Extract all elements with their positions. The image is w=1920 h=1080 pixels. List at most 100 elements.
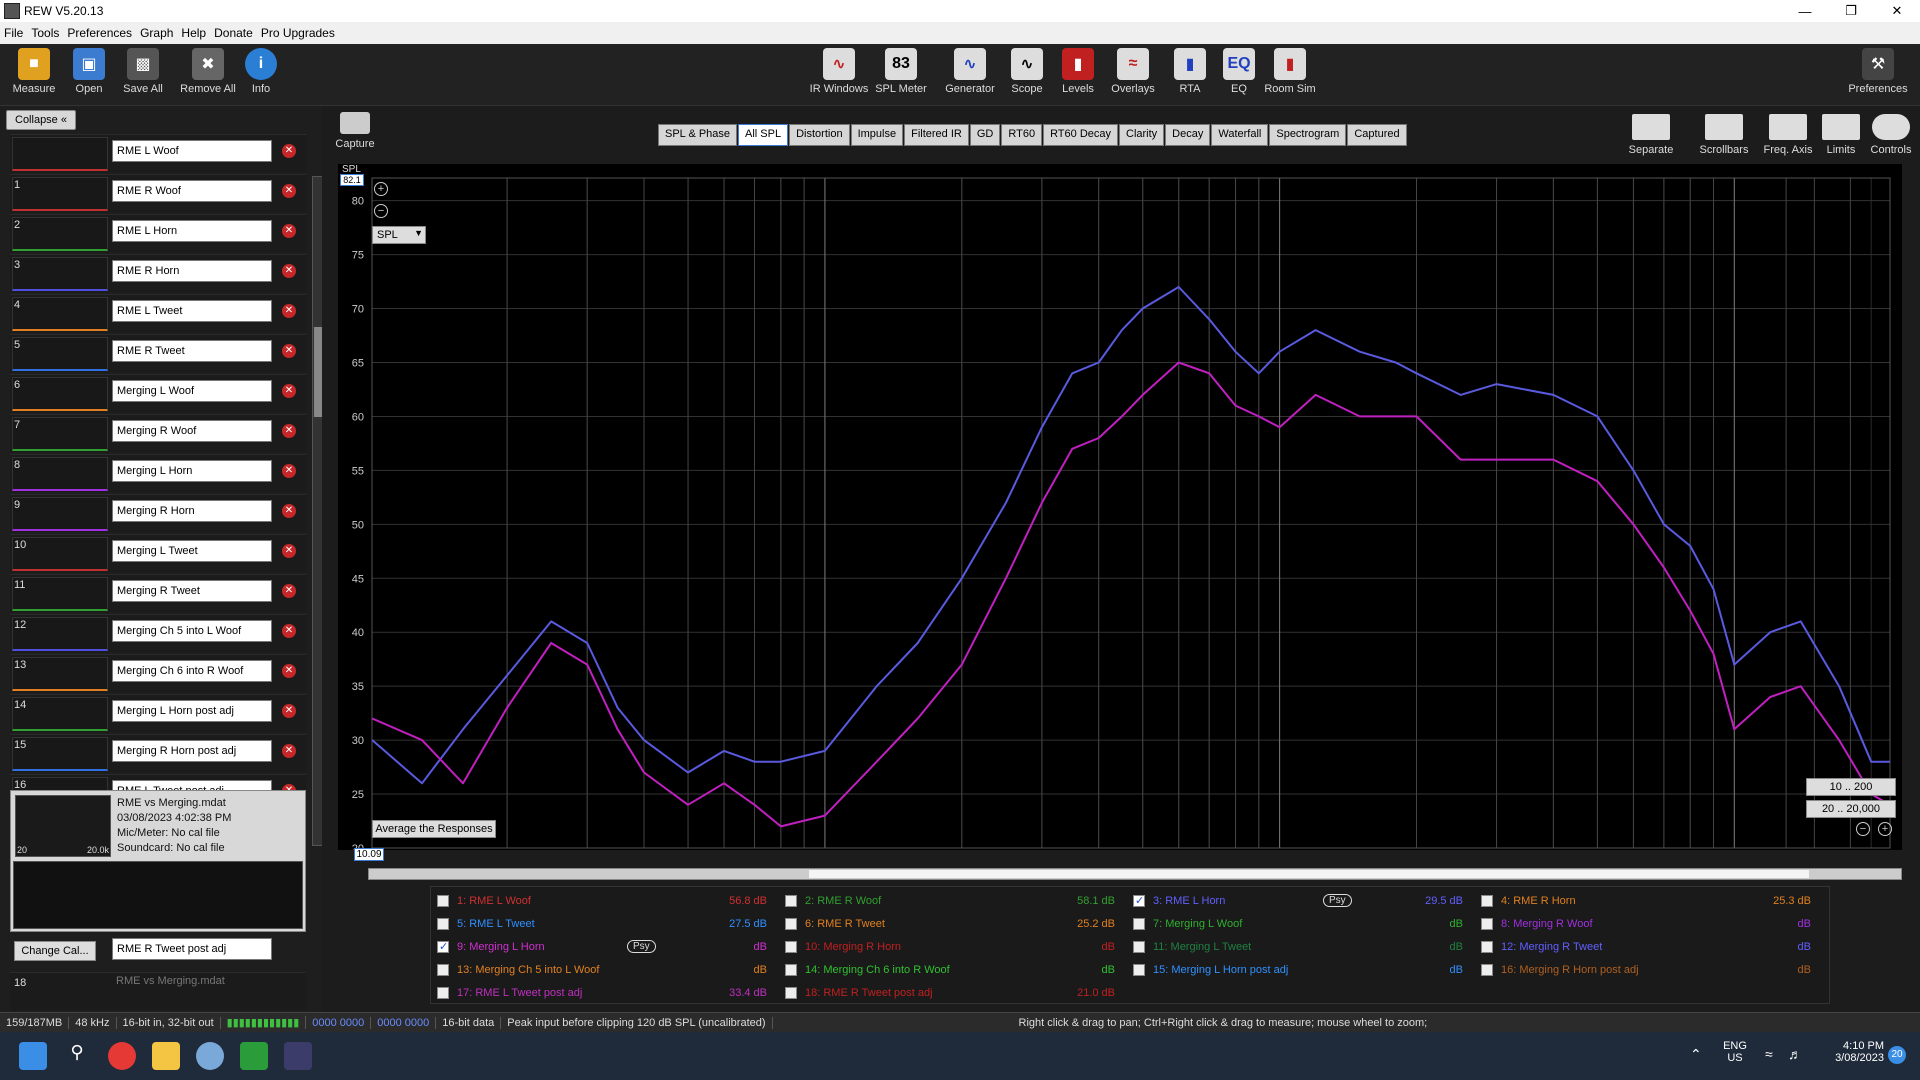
remove-measurement-icon[interactable]: ✕ — [282, 424, 296, 438]
average-responses-button[interactable]: Average the Responses — [372, 820, 496, 838]
search-icon[interactable]: ⚲ — [63, 1042, 91, 1070]
scroll-thumb[interactable] — [314, 327, 322, 417]
change-cal-button[interactable]: Change Cal... — [14, 941, 96, 961]
tab-gd[interactable]: GD — [969, 124, 1001, 146]
remove-measurement-icon[interactable]: ✕ — [282, 304, 296, 318]
legend-checkbox[interactable] — [1481, 895, 1493, 907]
legend-checkbox[interactable]: ✓ — [1133, 895, 1145, 907]
measurement-name-field[interactable]: RME R Tweet post adj — [112, 938, 272, 960]
spl-chart[interactable]: 2025303540455055606570758020304050607080… — [338, 164, 1902, 850]
language-indicator[interactable]: ENG US — [1718, 1040, 1752, 1064]
legend-checkbox[interactable] — [785, 964, 797, 976]
measurement-name-field[interactable]: RME L Horn — [112, 220, 272, 242]
legend-item[interactable]: 5: RME L Tweet 27.5 dB — [437, 916, 767, 934]
remove-measurement-icon[interactable]: ✕ — [282, 144, 296, 158]
remove-measurement-icon[interactable]: ✕ — [282, 184, 296, 198]
scrollbars-button[interactable]: Scrollbars — [1694, 114, 1754, 156]
legend-checkbox[interactable] — [1133, 918, 1145, 930]
tab-spl-phase[interactable]: SPL & Phase — [658, 124, 738, 146]
file-explorer-icon[interactable] — [152, 1042, 180, 1070]
tab-captured[interactable]: Captured — [1347, 124, 1407, 146]
menu-help[interactable]: Help — [181, 26, 206, 40]
controls-button[interactable]: Controls — [1861, 114, 1920, 156]
measurement-item[interactable]: 13 Merging Ch 6 into R Woof ✕ — [10, 654, 306, 692]
measurement-item[interactable]: 10 Merging L Tweet ✕ — [10, 534, 306, 572]
overlays-button[interactable]: ≈ Overlays — [1101, 48, 1165, 95]
legend-checkbox[interactable] — [785, 895, 797, 907]
browser-icon[interactable] — [196, 1042, 224, 1070]
legend-checkbox[interactable] — [437, 987, 449, 999]
minimize-button[interactable]: — — [1782, 0, 1828, 22]
notes-area[interactable] — [13, 861, 303, 929]
wifi-icon[interactable]: ≈ — [1765, 1046, 1773, 1062]
measurement-name-field[interactable]: RME L Tweet — [112, 300, 272, 322]
remove-measurement-icon[interactable]: ✕ — [282, 584, 296, 598]
media-player-icon[interactable] — [240, 1042, 268, 1070]
measurement-item[interactable]: 1 RME R Woof ✕ — [10, 174, 306, 212]
capture-button[interactable]: Capture — [332, 112, 378, 150]
legend-checkbox[interactable] — [785, 987, 797, 999]
range-20-20000-button[interactable]: 20 .. 20,000 — [1806, 800, 1896, 818]
speaker-icon[interactable]: ♬ — [1788, 1046, 1802, 1062]
tab-waterfall[interactable]: Waterfall — [1211, 124, 1269, 146]
remove-measurement-icon[interactable]: ✕ — [282, 504, 296, 518]
measurement-item[interactable]: 3 RME R Horn ✕ — [10, 254, 306, 292]
measurement-item[interactable]: 18 RME vs Merging.mdat — [10, 972, 306, 1010]
save-all-button[interactable]: ▩ Save All — [111, 48, 175, 95]
remove-measurement-icon[interactable]: ✕ — [282, 264, 296, 278]
legend-item[interactable]: ✓ 3: RME L Horn 29.5 dB Psy — [1133, 893, 1463, 911]
clock[interactable]: 4:10 PM 3/08/2023 — [1820, 1040, 1884, 1064]
legend-item[interactable]: 8: Merging R Woof dB — [1481, 916, 1811, 934]
measurement-name-field[interactable]: Merging R Woof — [112, 420, 272, 442]
legend-item[interactable]: 17: RME L Tweet post adj 33.4 dB — [437, 985, 767, 1003]
remove-measurement-icon[interactable]: ✕ — [282, 224, 296, 238]
chevron-up-icon[interactable]: ⌃ — [1690, 1046, 1702, 1063]
legend-checkbox[interactable] — [785, 941, 797, 953]
remove-measurement-icon[interactable]: ✕ — [282, 664, 296, 678]
tab-all-spl[interactable]: All SPL — [738, 124, 789, 146]
close-window-button[interactable]: ✕ — [1874, 0, 1920, 22]
remove-measurement-icon[interactable]: ✕ — [282, 704, 296, 718]
rew-taskbar-icon[interactable] — [284, 1042, 312, 1070]
room-sim-button[interactable]: ▮ Room Sim — [1258, 48, 1322, 95]
measurement-item[interactable]: 12 Merging Ch 5 into L Woof ✕ — [10, 614, 306, 652]
legend-item[interactable]: 10: Merging R Horn dB — [785, 939, 1115, 957]
measurement-name-field[interactable]: RME R Horn — [112, 260, 272, 282]
scroll-thumb[interactable] — [809, 870, 1809, 878]
legend-checkbox[interactable] — [437, 918, 449, 930]
zoom-out-icon[interactable]: − — [374, 204, 388, 218]
freq-axis-button[interactable]: Freq. Axis — [1758, 114, 1818, 156]
tab-spectrogram[interactable]: Spectrogram — [1269, 124, 1347, 146]
legend-item[interactable]: 7: Merging L Woof dB — [1133, 916, 1463, 934]
horizontal-scrollbar[interactable] — [368, 868, 1902, 880]
measurement-name-field[interactable]: Merging R Horn post adj — [112, 740, 272, 762]
tab-clarity[interactable]: Clarity — [1119, 124, 1165, 146]
menu-tools[interactable]: Tools — [31, 26, 59, 40]
legend-item[interactable]: 4: RME R Horn 25.3 dB — [1481, 893, 1811, 911]
mode-select[interactable]: SPL ▼ — [372, 226, 426, 244]
xmin-box[interactable]: 10.09 — [354, 848, 384, 861]
preferences-button[interactable]: ⚒ Preferences — [1846, 48, 1910, 95]
legend-item[interactable]: 18: RME R Tweet post adj 21.0 dB — [785, 985, 1115, 1003]
measurement-item[interactable]: 4 RME L Tweet ✕ — [10, 294, 306, 332]
ir-windows-button[interactable]: ∿ IR Windows — [807, 48, 871, 95]
measurement-name-field[interactable]: Merging L Tweet — [112, 540, 272, 562]
legend-item[interactable]: 16: Merging R Horn post adj dB — [1481, 962, 1811, 980]
legend-checkbox[interactable] — [1481, 964, 1493, 976]
measurement-name-field[interactable]: Merging Ch 5 into L Woof — [112, 620, 272, 642]
remove-measurement-icon[interactable]: ✕ — [282, 624, 296, 638]
measurement-item[interactable]: 14 Merging L Horn post adj ✕ — [10, 694, 306, 732]
vertical-scrollbar[interactable] — [312, 176, 322, 846]
legend-checkbox[interactable] — [785, 918, 797, 930]
tab-rt60-decay[interactable]: RT60 Decay — [1043, 124, 1118, 146]
measurement-name-field[interactable]: RME R Tweet — [112, 340, 272, 362]
measurement-item[interactable]: 9 Merging R Horn ✕ — [10, 494, 306, 532]
legend-item[interactable]: ✓ 9: Merging L Horn dB Psy — [437, 939, 767, 957]
menu-pro-upgrades[interactable]: Pro Upgrades — [261, 26, 335, 40]
legend-item[interactable]: 6: RME R Tweet 25.2 dB — [785, 916, 1115, 934]
collapse-button[interactable]: Collapse « — [6, 110, 76, 130]
tab-rt60[interactable]: RT60 — [1001, 124, 1043, 146]
x-zoom-out-icon[interactable]: − — [1856, 822, 1870, 836]
measurement-name-field[interactable]: Merging R Tweet — [112, 580, 272, 602]
remove-measurement-icon[interactable]: ✕ — [282, 384, 296, 398]
